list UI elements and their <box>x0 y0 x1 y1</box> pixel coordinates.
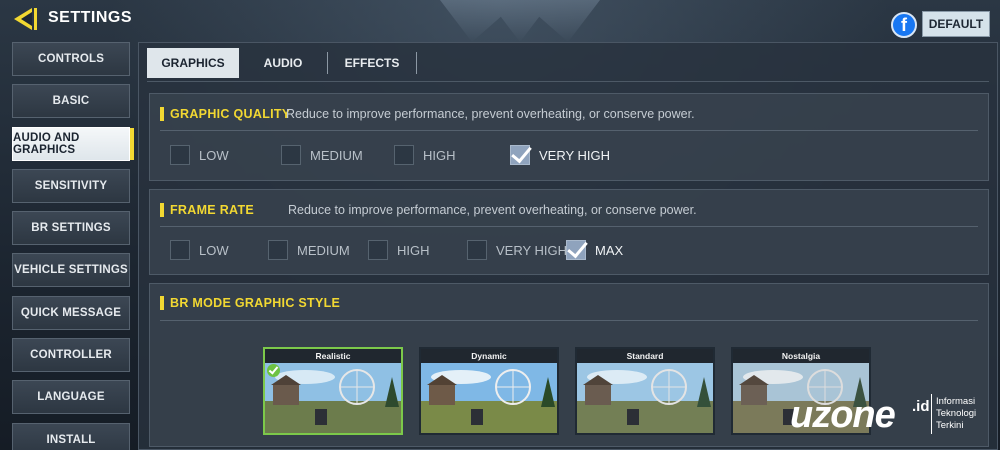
section-marker <box>160 203 164 217</box>
facebook-button[interactable]: f <box>891 12 917 38</box>
sidebar: CONTROLS BASIC AUDIO AND GRAPHICS SENSIT… <box>12 42 134 450</box>
watermark-divider <box>931 394 932 434</box>
style-card-label: Realistic <box>265 349 401 363</box>
style-card-label: Dynamic <box>421 349 557 363</box>
frame-rate-option-max[interactable]: MAX <box>566 240 623 260</box>
tab-audio[interactable]: AUDIO <box>239 48 327 78</box>
checkbox <box>170 145 190 165</box>
frame-rate-title: FRAME RATE <box>170 203 255 217</box>
back-button[interactable] <box>12 6 38 32</box>
watermark-tagline-line: Teknologi <box>936 408 977 419</box>
frame-rate-option-very-high[interactable]: VERY HIGH <box>467 240 567 260</box>
watermark-tagline-line: Informasi <box>936 396 976 407</box>
checkbox <box>268 240 288 260</box>
sidebar-item-language[interactable]: LANGUAGE <box>12 380 130 415</box>
option-label: VERY HIGH <box>539 147 611 163</box>
graphic-quality-title: GRAPHIC QUALITY <box>170 107 291 121</box>
option-label: LOW <box>199 147 229 163</box>
tab-bar: GRAPHICS AUDIO EFFECTS <box>147 47 417 79</box>
style-card-label: Standard <box>577 349 713 363</box>
tab-divider <box>416 52 417 74</box>
section-divider <box>160 130 978 131</box>
landscape-thumbnail-icon <box>265 363 401 433</box>
option-label: MAX <box>595 242 624 258</box>
style-preview-image <box>421 363 557 433</box>
uzone-watermark: uzone .id Informasi Teknologi Terkini <box>790 388 995 442</box>
facebook-icon: f <box>901 14 907 35</box>
watermark-tagline-line: Terkini <box>936 420 964 431</box>
page-title: SETTINGS <box>48 9 133 26</box>
watermark-logo: uzone <box>790 394 896 436</box>
sidebar-item-vehicle-settings[interactable]: VEHICLE SETTINGS <box>12 253 130 288</box>
graphic-quality-description: Reduce to improve performance, prevent o… <box>286 107 695 121</box>
sidebar-item-basic[interactable]: BASIC <box>12 84 130 119</box>
landscape-thumbnail-icon <box>421 363 557 433</box>
tab-underline <box>147 81 989 82</box>
selected-check-icon <box>267 364 280 377</box>
option-label: MEDIUM <box>297 242 350 258</box>
checkbox <box>467 240 487 260</box>
sidebar-item-sensitivity[interactable]: SENSITIVITY <box>12 168 130 203</box>
br-mode-graphic-style-title: BR MODE GRAPHIC STYLE <box>170 296 341 310</box>
watermark-tagline: Informasi Teknologi Terkini <box>936 396 976 432</box>
style-card-dynamic[interactable]: Dynamic <box>419 347 559 435</box>
graphic-quality-option-high[interactable]: HIGH <box>394 145 456 165</box>
option-label: HIGH <box>397 242 430 258</box>
style-card-standard[interactable]: Standard <box>575 347 715 435</box>
style-preview-image <box>265 363 401 433</box>
section-divider <box>160 320 978 321</box>
graphic-quality-option-very-high[interactable]: VERY HIGH <box>510 145 610 165</box>
checkmark-icon <box>566 240 586 260</box>
sidebar-item-controller[interactable]: CONTROLLER <box>12 338 130 373</box>
section-marker <box>160 296 164 310</box>
style-card-label: Nostalgia <box>733 349 869 363</box>
tab-graphics[interactable]: GRAPHICS <box>147 48 239 78</box>
watermark-suffix: .id <box>912 398 930 415</box>
back-arrow-icon <box>14 8 37 30</box>
default-button[interactable]: DEFAULT <box>922 11 990 37</box>
checkbox <box>281 145 301 165</box>
checkbox <box>170 240 190 260</box>
graphic-quality-section: GRAPHIC QUALITY Reduce to improve perfor… <box>149 93 989 181</box>
sidebar-item-install[interactable]: INSTALL <box>12 422 130 450</box>
frame-rate-description: Reduce to improve performance, prevent o… <box>288 203 697 217</box>
frame-rate-option-high[interactable]: HIGH <box>368 240 430 260</box>
option-label: HIGH <box>423 147 456 163</box>
checkbox <box>394 145 414 165</box>
sidebar-item-audio-and-graphics[interactable]: AUDIO AND GRAPHICS <box>12 126 134 161</box>
option-label: VERY HIGH <box>496 242 568 258</box>
landscape-thumbnail-icon <box>577 363 713 433</box>
option-label: LOW <box>199 242 229 258</box>
frame-rate-section: FRAME RATE Reduce to improve performance… <box>149 189 989 275</box>
sidebar-item-quick-message[interactable]: QUICK MESSAGE <box>12 295 130 330</box>
frame-rate-option-low[interactable]: LOW <box>170 240 229 260</box>
frame-rate-option-medium[interactable]: MEDIUM <box>268 240 350 260</box>
checkbox <box>368 240 388 260</box>
section-marker <box>160 107 164 121</box>
graphic-quality-option-low[interactable]: LOW <box>170 145 229 165</box>
option-label: MEDIUM <box>310 147 363 163</box>
sidebar-item-controls[interactable]: CONTROLS <box>12 42 130 76</box>
style-preview-image <box>577 363 713 433</box>
section-divider <box>160 226 978 227</box>
graphic-quality-option-medium[interactable]: MEDIUM <box>281 145 363 165</box>
style-card-realistic[interactable]: Realistic <box>263 347 403 435</box>
checkmark-icon <box>510 145 530 165</box>
tab-effects[interactable]: EFFECTS <box>328 48 416 78</box>
sidebar-item-br-settings[interactable]: BR SETTINGS <box>12 211 130 246</box>
